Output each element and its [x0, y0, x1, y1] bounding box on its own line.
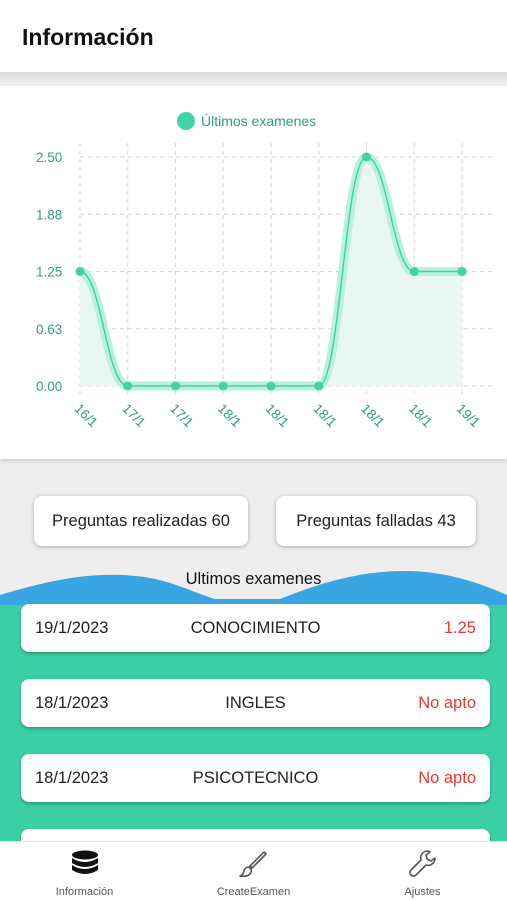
section-title: Ultimos examenes — [185, 570, 322, 588]
legend-label: Últimos examenes — [201, 113, 316, 129]
app-bar-shadow — [0, 72, 507, 82]
questions-failed-button[interactable]: Preguntas falladas 43 — [276, 496, 476, 546]
database-icon — [72, 850, 98, 874]
x-tick-label: 18/1 — [358, 401, 387, 430]
y-tick-label: 0.63 — [36, 322, 62, 337]
exam-row[interactable]: 19/1/2023 CONOCIMIENTO 1.25 — [21, 604, 490, 652]
app-bar: Información — [0, 0, 507, 72]
x-tick-label: 19/1 — [454, 401, 483, 430]
y-tick-label: 1.25 — [36, 265, 62, 280]
wrench-icon — [409, 850, 436, 877]
exam-result: No apto — [418, 769, 476, 787]
exam-row[interactable]: 18/1/2023 INGLES No apto — [21, 679, 490, 727]
bottom-navigation: Información CreateExamen Ajustes — [0, 841, 507, 900]
x-tick-label: 17/1 — [167, 401, 196, 430]
data-point — [362, 152, 371, 162]
brush-icon — [239, 851, 267, 878]
questions-done-button[interactable]: Preguntas realizadas 60 — [34, 496, 248, 546]
data-point — [171, 381, 180, 391]
nav-item-ajustes[interactable]: Ajustes — [338, 842, 507, 900]
exam-result: 1.25 — [443, 619, 476, 637]
nav-label: Ajustes — [404, 886, 441, 898]
data-point — [409, 267, 419, 276]
data-point — [457, 267, 467, 276]
x-tick-label: 17/1 — [119, 401, 148, 430]
data-point — [314, 381, 324, 391]
page-title: Información — [22, 24, 154, 50]
x-tick-label: 18/1 — [406, 401, 435, 430]
exam-row[interactable]: 18/1/2023 PSICOTECNICO No apto — [21, 754, 490, 802]
exam-subject: CONOCIMIENTO — [190, 619, 321, 637]
x-tick-label: 16/1 — [72, 401, 101, 430]
exam-result: No apto — [418, 694, 476, 712]
y-tick-label: 0.00 — [36, 379, 62, 394]
data-point — [123, 381, 133, 391]
x-tick-label: 18/1 — [310, 401, 339, 430]
data-point — [266, 381, 276, 391]
exam-results-chart: 2.50 1.88 1.25 0.63 0.00 16/1 17/1 17/1 18/1 18/1… — [36, 112, 494, 430]
nav-label: Información — [55, 886, 114, 898]
data-point — [218, 381, 228, 391]
nav-item-create-examen[interactable]: CreateExamen — [169, 842, 338, 900]
nav-label: CreateExamen — [216, 886, 291, 898]
y-tick-label: 1.88 — [36, 207, 62, 222]
legend-marker — [177, 112, 195, 130]
x-tick-label: 18/1 — [263, 401, 292, 430]
chart-card: 2.50 1.88 1.25 0.63 0.00 16/1 17/1 17/1 18/1 18/1… — [0, 86, 507, 459]
x-tick-label: 18/1 — [215, 401, 244, 430]
data-point — [75, 267, 85, 276]
nav-item-informacion[interactable]: Información — [0, 842, 169, 900]
y-tick-label: 2.50 — [36, 150, 62, 165]
